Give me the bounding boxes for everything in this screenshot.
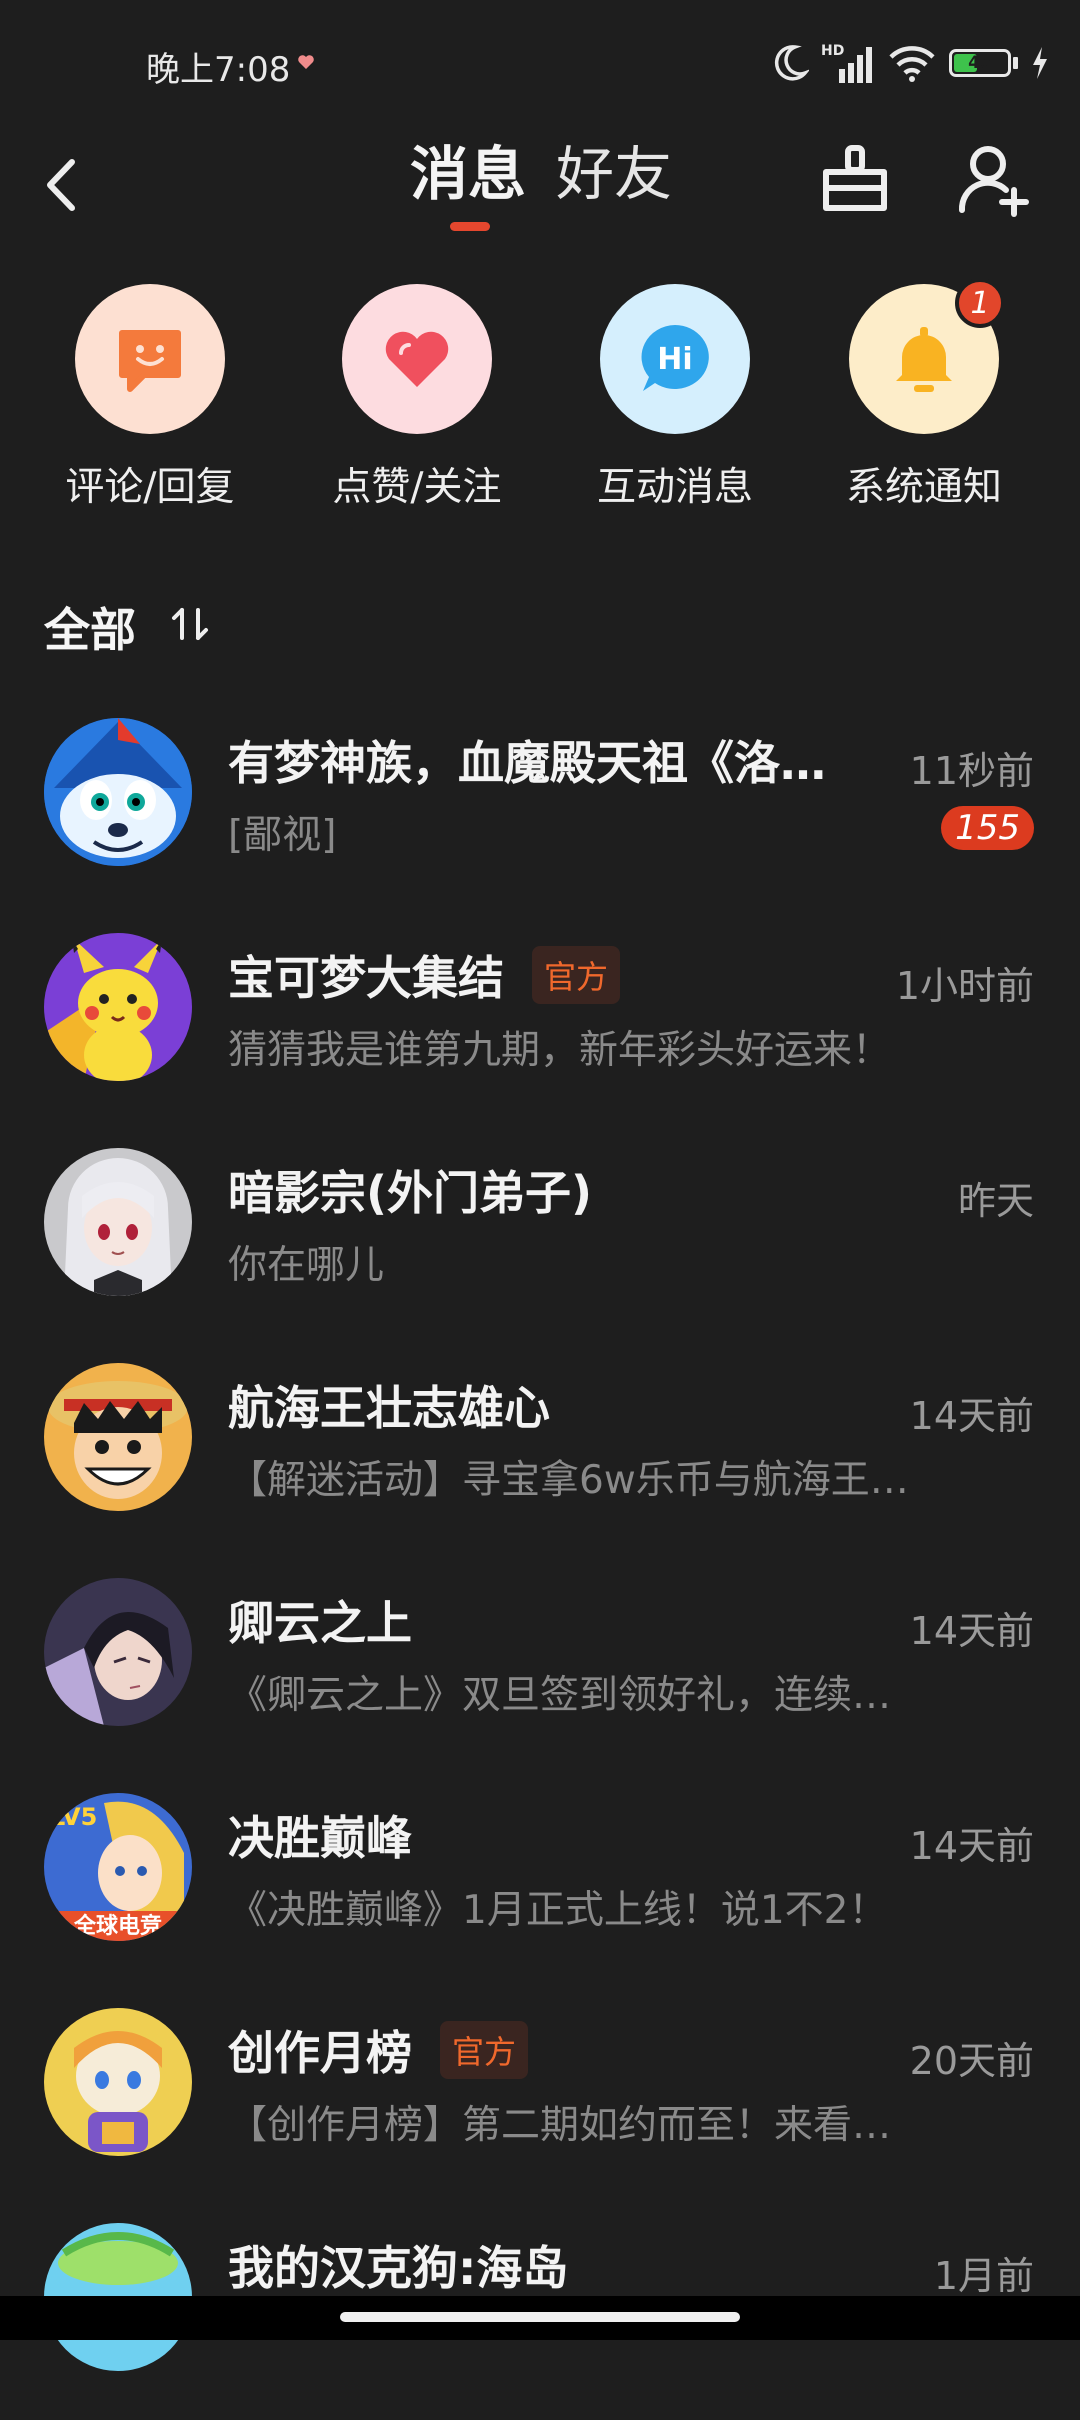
wifi-icon	[889, 46, 935, 82]
list-item[interactable]: 卿云之上 14天前 《卿云之上》双旦签到领好礼，连续…	[0, 1560, 1080, 1775]
message-title-row: 创作月榜 官方	[228, 2018, 529, 2082]
battery-icon: 45	[949, 49, 1011, 77]
interaction-entry[interactable]: Hi 互动消息	[575, 284, 775, 512]
unread-badge: 155	[941, 806, 1034, 850]
message-list: 有梦神族，血魔殿天祖《洛… 11秒前 [鄙视] 155 宝可梦大集结 官方 1小…	[0, 700, 1080, 2420]
message-preview: 猜猜我是谁第九期，新年彩头好运来！	[228, 1028, 892, 1073]
message-title: 有梦神族，血魔殿天祖《洛…	[228, 736, 826, 790]
avatar[interactable]	[44, 1148, 192, 1296]
system-notice-circle: 1	[849, 278, 1005, 434]
svg-text:Hi: Hi	[657, 342, 692, 377]
message-preview: 【解迷活动】寻宝拿6w乐币与航海王…	[228, 1458, 909, 1503]
comment-reply-entry[interactable]: 评论/回复	[50, 284, 250, 512]
system-notice-label: 系统通知	[845, 465, 1002, 510]
status-time: 晚上7:08	[146, 50, 291, 90]
status-bar: 晚上7:08 HD 45	[0, 0, 1080, 120]
list-item[interactable]: 暗影宗(外门弟子) 昨天 你在哪儿	[0, 1130, 1080, 1345]
message-time: 14天前	[909, 1609, 1034, 1653]
add-friend-icon[interactable]	[948, 134, 1038, 224]
message-title-row: 暗影宗(外门弟子)	[228, 1158, 592, 1222]
message-time: 昨天	[957, 1179, 1034, 1223]
interaction-circle: Hi	[600, 284, 750, 434]
active-tab-indicator	[450, 222, 490, 231]
comment-reply-label: 评论/回复	[65, 465, 235, 510]
official-tag: 官方	[532, 946, 621, 1004]
message-preview: 《卿云之上》双旦签到领好礼，连续…	[228, 1673, 892, 1718]
message-preview: 【创作月榜】第二期如约而至！来看…	[228, 2103, 892, 2148]
list-item[interactable]: 航海王壮志雄心 14天前 【解迷活动】寻宝拿6w乐币与航海王…	[0, 1345, 1080, 1560]
message-time: 20天前	[909, 2039, 1034, 2083]
avatar[interactable]	[44, 933, 192, 1081]
message-preview: [鄙视]	[228, 813, 337, 858]
anime-girl-avatar-icon	[44, 1148, 192, 1296]
message-title-row: 卿云之上	[228, 1588, 412, 1652]
hi-chat-icon: Hi	[641, 325, 709, 391]
swordsman-avatar-icon	[44, 1578, 192, 1726]
signal-icon: HD	[821, 43, 872, 83]
avatar-banner-text: 全球电竞	[73, 1913, 162, 1939]
system-notice-entry[interactable]: 1 系统通知	[824, 278, 1024, 512]
tab-friends[interactable]: 好友	[556, 134, 672, 214]
message-preview: 《决胜巅峰》1月正式上线！说1不2！	[228, 1888, 888, 1933]
message-title: 暗影宗(外门弟子)	[228, 1166, 593, 1220]
chibi-avatar-icon	[44, 2008, 192, 2156]
top-nav: 消息 好友	[0, 120, 1080, 240]
interaction-label: 互动消息	[596, 465, 753, 510]
battery-level-text: 45	[968, 53, 992, 73]
message-title: 宝可梦大集结	[228, 951, 504, 1005]
avatar[interactable]	[44, 1578, 192, 1726]
list-item[interactable]: LV5 全球电竞 决胜巅峰 14天前 《决胜巅峰》1月正式上线！说1不2！	[0, 1775, 1080, 1990]
quick-entries: 评论/回复 点赞/关注 Hi 互动消息 1 系统通知	[0, 278, 1080, 524]
section-title: 全部	[44, 603, 136, 657]
message-title-row: 宝可梦大集结 官方	[228, 943, 621, 1007]
message-time: 14天前	[909, 1394, 1034, 1438]
list-item[interactable]: 宝可梦大集结 官方 1小时前 猜猜我是谁第九期，新年彩头好运来！	[0, 915, 1080, 1130]
official-tag: 官方	[440, 2021, 529, 2079]
luffy-avatar-icon	[44, 1363, 192, 1511]
bell-icon	[896, 327, 952, 392]
message-title: 决胜巅峰	[228, 1811, 412, 1865]
moon-icon	[774, 45, 809, 81]
message-time: 1小时前	[895, 964, 1034, 1008]
notification-badge: 1	[955, 278, 1005, 328]
tab-messages[interactable]: 消息	[410, 134, 526, 214]
heart-status-icon	[298, 55, 314, 69]
message-title: 卿云之上	[228, 1596, 412, 1650]
message-title-row: 有梦神族，血魔殿天祖《洛…	[228, 728, 826, 792]
battery-tip	[1013, 57, 1018, 69]
hedgehog-avatar-icon	[44, 718, 192, 866]
message-title-row: 我的汉克狗:海岛	[228, 2233, 568, 2297]
avatar-level-text: LV5	[50, 1803, 97, 1831]
like-follow-entry[interactable]: 点赞/关注	[317, 284, 517, 512]
charging-icon	[1033, 47, 1047, 79]
network-label: HD	[821, 43, 844, 59]
message-time: 1月前	[933, 2254, 1034, 2298]
message-title: 创作月榜	[228, 2026, 412, 2080]
message-time: 14天前	[909, 1824, 1034, 1868]
sort-icon[interactable]	[170, 604, 210, 644]
list-item[interactable]: 创作月榜 官方 20天前 【创作月榜】第二期如约而至！来看…	[0, 1990, 1080, 2205]
heart-icon	[385, 331, 449, 387]
list-item[interactable]: 有梦神族，血魔殿天祖《洛… 11秒前 [鄙视] 155	[0, 700, 1080, 915]
message-title-row: 决胜巅峰	[228, 1803, 412, 1867]
back-arrow-icon[interactable]	[36, 140, 96, 230]
home-indicator[interactable]	[340, 2312, 740, 2322]
like-follow-label: 点赞/关注	[332, 465, 502, 510]
message-title: 我的汉克狗:海岛	[228, 2241, 569, 2295]
avatar[interactable]	[44, 1363, 192, 1511]
message-title: 航海王壮志雄心	[228, 1381, 550, 1435]
smile-chat-icon	[119, 330, 181, 392]
avatar[interactable]: LV5 全球电竞	[44, 1793, 192, 1941]
status-icons: HD 45	[773, 38, 1050, 88]
avatar[interactable]	[44, 2008, 192, 2156]
message-title-row: 航海王壮志雄心	[228, 1373, 550, 1437]
avatar[interactable]	[44, 718, 192, 866]
message-time: 11秒前	[909, 749, 1034, 793]
game-hero-avatar-icon: LV5 全球电竞	[44, 1793, 192, 1941]
like-follow-circle	[342, 284, 492, 434]
pikachu-avatar-icon	[44, 933, 192, 1081]
clean-broom-icon[interactable]	[810, 134, 900, 224]
comment-reply-circle	[75, 284, 225, 434]
message-preview: 你在哪儿	[228, 1243, 385, 1288]
